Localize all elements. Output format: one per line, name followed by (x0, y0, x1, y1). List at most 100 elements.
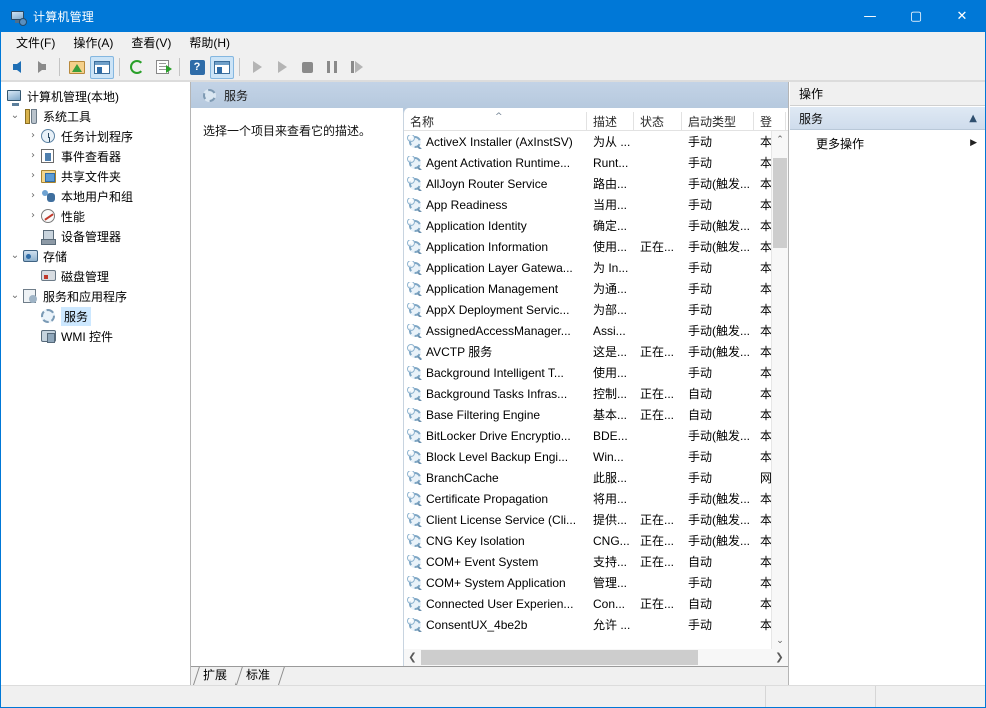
table-row[interactable]: Connected User Experien... Con... 正在... 自动本 (404, 593, 772, 614)
results-pane: 服务 选择一个项目来查看它的描述。 名称 ^ 描述 状态 启动类型 登 ActiveX I… (191, 82, 789, 685)
table-row[interactable]: BranchCache 此服... 手动网 (404, 467, 772, 488)
tree-item-0[interactable]: ⌄ 系统工具 (1, 106, 190, 126)
minimize-button[interactable]: — (847, 1, 893, 32)
hscroll-thumb[interactable] (421, 650, 698, 665)
horizontal-scrollbar[interactable]: ❮ ❯ (403, 649, 788, 666)
tree-item-label: WMI 控件 (61, 329, 113, 344)
table-row[interactable]: Certificate Propagation 将用... 手动(触发... 本 (404, 488, 772, 509)
cell-desc: Con... (593, 596, 626, 611)
up-folder-button[interactable] (65, 56, 89, 79)
forward-button[interactable] (30, 56, 54, 79)
vscroll-track[interactable] (772, 148, 788, 632)
expand-chevron-icon[interactable]: ⌄ (7, 111, 23, 121)
table-row[interactable]: Background Intelligent T... 使用... 手动本 (404, 362, 772, 383)
expand-chevron-icon[interactable]: › (25, 191, 41, 201)
table-row[interactable]: Application Layer Gatewa... 为 In... 手动本 (404, 257, 772, 278)
help-button[interactable]: ? (185, 56, 209, 79)
table-row[interactable]: Application Management 为通... 手动本 (404, 278, 772, 299)
table-row[interactable]: AllJoyn Router Service 路由... 手动(触发... 本 (404, 173, 772, 194)
close-button[interactable]: ✕ (939, 1, 985, 32)
table-row[interactable]: AssignedAccessManager... Assi... 手动(触发... 本 (404, 320, 772, 341)
column-header-4[interactable]: 登 (754, 112, 786, 130)
table-row[interactable]: Application Information 使用... 正在... 手动(触发..… (404, 236, 772, 257)
table-row[interactable]: Agent Activation Runtime... Runt... 手动本 (404, 152, 772, 173)
column-header-0[interactable]: 名称 ^ (404, 112, 587, 130)
menu-file[interactable]: 文件(F) (7, 31, 64, 54)
tree-item-5[interactable]: › 性能 (1, 206, 190, 226)
table-row[interactable]: Block Level Backup Engi... Win... 手动本 (404, 446, 772, 467)
table-row[interactable]: BitLocker Drive Encryptio... BDE... 手动(触发.… (404, 425, 772, 446)
expand-chevron-icon[interactable]: ⌄ (7, 251, 23, 261)
expand-chevron-icon[interactable]: › (25, 131, 41, 141)
tree-item-8[interactable]: 磁盘管理 (1, 266, 190, 286)
cell-startup: 手动(触发... (688, 429, 750, 443)
vertical-scrollbar[interactable]: ⌃ ⌄ (771, 131, 788, 649)
export-list-button[interactable] (150, 56, 174, 79)
table-row[interactable]: App Readiness 当用... 手动本 (404, 194, 772, 215)
table-row[interactable]: COM+ System Application 管理... 手动本 (404, 572, 772, 593)
tree-item-2[interactable]: › 事件查看器 (1, 146, 190, 166)
scroll-down-button[interactable]: ⌄ (772, 632, 788, 649)
service-gear-icon (407, 407, 422, 422)
scroll-right-button[interactable]: ❯ (771, 649, 788, 666)
table-row[interactable]: CNG Key Isolation CNG... 正在... 手动(触发... 本 (404, 530, 772, 551)
tree-root[interactable]: 计算机管理(本地) (1, 86, 190, 106)
tree-item-7[interactable]: ⌄ 存储 (1, 246, 190, 266)
table-row[interactable]: AppX Deployment Servic... 为部... 手动本 (404, 299, 772, 320)
back-button[interactable] (5, 56, 29, 79)
table-row[interactable]: Background Tasks Infras... 控制... 正在... 自动本 (404, 383, 772, 404)
service-name-label: Block Level Backup Engi... (426, 449, 569, 464)
table-row[interactable]: Base Filtering Engine 基本... 正在... 自动本 (404, 404, 772, 425)
refresh-button[interactable] (125, 56, 149, 79)
menu-help[interactable]: 帮助(H) (180, 31, 239, 54)
table-row[interactable]: Application Identity 确定... 手动(触发... 本 (404, 215, 772, 236)
column-header-2[interactable]: 状态 (634, 112, 682, 130)
table-row[interactable]: Client License Service (Cli... 提供... 正在...… (404, 509, 772, 530)
tree-item-4[interactable]: › 本地用户和组 (1, 186, 190, 206)
expand-chevron-icon[interactable]: › (25, 211, 41, 221)
scroll-up-button[interactable]: ⌃ (772, 131, 788, 148)
pause-service-button[interactable] (320, 56, 344, 79)
table-row[interactable]: ConsentUX_4be2b 允许 ... 手动本 (404, 614, 772, 635)
show-hide-tree-button[interactable] (90, 55, 114, 79)
event-viewer-icon (41, 148, 57, 164)
table-row[interactable]: COM+ Event System 支持... 正在... 自动本 (404, 551, 772, 572)
tree-item-label: 服务 (61, 306, 92, 326)
description-text: 选择一个项目来查看它的描述。 (203, 124, 372, 138)
menu-view[interactable]: 查看(V) (122, 31, 180, 54)
hscroll-wrap: ❮ ❯ (191, 649, 788, 666)
vscroll-thumb[interactable] (773, 158, 787, 248)
service-gear-icon (407, 428, 422, 443)
table-row[interactable]: AVCTP 服务 这是... 正在... 手动(触发... 本 (404, 341, 772, 362)
expand-chevron-icon[interactable]: › (25, 151, 41, 161)
tree-item-10[interactable]: 服务 (1, 306, 190, 326)
start-service-button[interactable] (245, 56, 269, 79)
menu-action[interactable]: 操作(A) (64, 31, 122, 54)
cell-startup: 自动 (688, 387, 713, 401)
cell-name: AppX Deployment Servic... (404, 302, 587, 317)
maximize-button[interactable]: ▢ (893, 1, 939, 32)
cell-name: COM+ System Application (404, 575, 587, 590)
expand-chevron-icon[interactable]: ⌄ (7, 291, 23, 301)
tree-item-9[interactable]: ⌄ 服务和应用程序 (1, 286, 190, 306)
tree-item-3[interactable]: › 共享文件夹 (1, 166, 190, 186)
column-header-1[interactable]: 描述 (587, 112, 634, 130)
resume-service-button[interactable] (270, 56, 294, 79)
table-row[interactable]: ActiveX Installer (AxInstSV) 为从 ... 手动本 (404, 131, 772, 152)
restart-service-button[interactable] (345, 56, 369, 79)
scroll-left-button[interactable]: ❮ (404, 649, 421, 666)
actions-section-services[interactable]: 服务 ▲ (790, 106, 985, 130)
chevron-up-icon[interactable]: ▲ (969, 113, 977, 124)
cell-desc: 支持... (593, 555, 628, 569)
stop-service-button[interactable] (295, 56, 319, 79)
hscroll-track[interactable] (421, 649, 771, 666)
tree-item-6[interactable]: 设备管理器 (1, 226, 190, 246)
tree-item-11[interactable]: WMI 控件 (1, 326, 190, 346)
tab-extended[interactable]: 扩展 (193, 667, 237, 685)
tab-standard[interactable]: 标准 (236, 667, 280, 685)
action-more-actions[interactable]: 更多操作 ▶ (790, 132, 985, 154)
expand-chevron-icon[interactable]: › (25, 171, 41, 181)
tree-item-1[interactable]: › 任务计划程序 (1, 126, 190, 146)
properties-button[interactable] (210, 55, 234, 79)
column-header-3[interactable]: 启动类型 (682, 112, 754, 130)
